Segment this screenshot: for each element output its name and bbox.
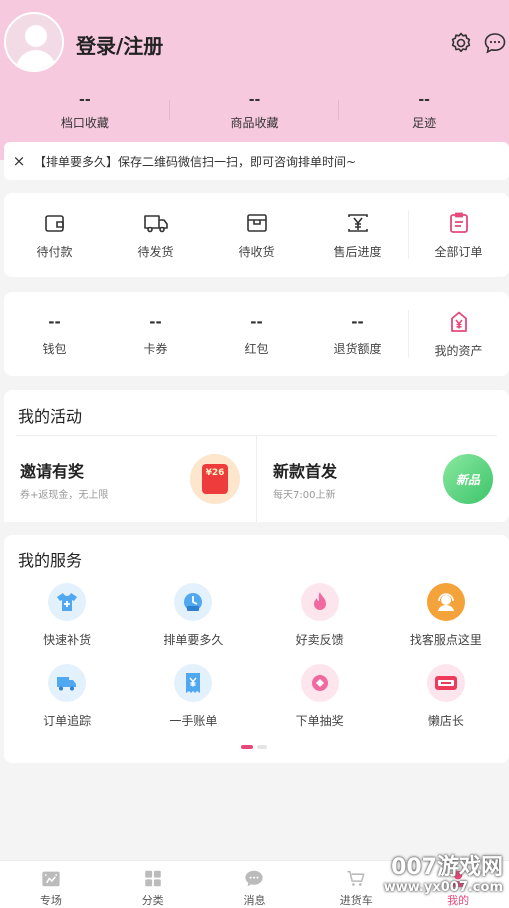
assets-yuan-tag-icon: [450, 311, 467, 332]
profile-header: [0, 0, 509, 160]
lottery-ticket-icon: [300, 664, 339, 702]
assets-card: -- 钱包 -- 卡券 -- 红包 -- 退货额度 我的资产: [4, 292, 509, 376]
order-after-sales[interactable]: 售后进度: [307, 193, 408, 277]
special-zone-icon: [42, 871, 60, 887]
service-queue-time[interactable]: 排单要多久: [130, 583, 256, 648]
activities-title: 我的活动: [18, 407, 83, 426]
my-assets-button[interactable]: 我的资产: [408, 292, 509, 376]
tab-messages[interactable]: 消息: [204, 861, 306, 908]
order-list-icon: [449, 212, 468, 233]
wallet-icon: [44, 214, 64, 232]
service-quick-restock[interactable]: 快速补货: [4, 583, 130, 648]
notice-bar[interactable]: × 【排单要多久】保存二维码微信扫一扫，即可咨询排单时间~: [4, 142, 509, 180]
my-activities-card: 我的活动 邀请有奖 券+返现金，无上限 ¥26 新款首发 每天7:00上新 新品: [4, 390, 509, 522]
service-lazy-shopkeeper[interactable]: 懒店长: [383, 664, 509, 729]
clock-icon: [174, 583, 213, 621]
service-order-lottery[interactable]: 下单抽奖: [257, 664, 383, 729]
stat-product-favorites[interactable]: -- 商品收藏: [170, 92, 340, 132]
shopkeeper-badge-icon: [426, 664, 465, 702]
tab-category[interactable]: 分类: [102, 861, 204, 908]
site-watermark: 007游戏网 www.yx007.com: [383, 855, 503, 896]
orders-card: 待付款 待发货 待收货 售后进度 全部订单: [4, 193, 509, 277]
message-bubble-icon[interactable]: [483, 31, 507, 55]
stat-shop-favorites[interactable]: -- 档口收藏: [0, 92, 170, 132]
category-grid-icon: [144, 870, 161, 887]
customer-service-agent-icon: [426, 583, 465, 621]
settings-gear-icon[interactable]: [449, 31, 473, 55]
avatar[interactable]: [4, 12, 64, 72]
notice-text: 【排单要多久】保存二维码微信扫一扫，即可咨询排单时间~: [34, 154, 357, 169]
asset-red-packets[interactable]: -- 红包: [206, 292, 307, 376]
asset-return-quota[interactable]: -- 退货额度: [307, 292, 408, 376]
red-envelope-icon: ¥26: [190, 454, 240, 504]
page-indicator: [241, 745, 267, 749]
asset-wallet[interactable]: -- 钱包: [4, 292, 105, 376]
my-services-card: 我的服务 快速补货 排单要多久 好卖反馈 找客服点这里 订单追踪 一手账单 下单…: [4, 535, 509, 763]
shopping-cart-icon: [347, 870, 365, 886]
order-pending-receipt[interactable]: 待收货: [206, 193, 307, 277]
bill-receipt-icon: [174, 664, 213, 702]
activity-new-arrivals[interactable]: 新款首发 每天7:00上新 新品: [257, 436, 501, 522]
stat-footprint[interactable]: -- 足迹: [339, 92, 509, 132]
service-best-seller-feedback[interactable]: 好卖反馈: [257, 583, 383, 648]
delivery-truck-icon: [48, 664, 87, 702]
all-orders-button[interactable]: 全部订单: [408, 193, 509, 277]
flame-icon: [300, 583, 339, 621]
truck-icon: [143, 214, 168, 232]
refund-yuan-icon: [347, 213, 368, 232]
order-pending-payment[interactable]: 待付款: [4, 193, 105, 277]
page-dot-active: [241, 745, 253, 749]
order-pending-shipment[interactable]: 待发货: [105, 193, 206, 277]
login-register-link[interactable]: 登录/注册: [76, 30, 163, 59]
package-box-icon: [246, 213, 267, 232]
collection-stats: -- 档口收藏 -- 商品收藏 -- 足迹: [0, 92, 509, 132]
tab-special[interactable]: 专场: [0, 861, 102, 908]
asset-coupons[interactable]: -- 卡券: [105, 292, 206, 376]
activity-invite[interactable]: 邀请有奖 券+返现金，无上限 ¥26: [4, 436, 248, 522]
service-customer-support[interactable]: 找客服点这里: [383, 583, 509, 648]
tshirt-icon: [48, 583, 87, 621]
new-product-badge-icon: 新品: [443, 454, 493, 504]
chat-bubble-icon: [245, 870, 264, 887]
page-dot: [257, 745, 267, 749]
service-first-hand-bill[interactable]: 一手账单: [130, 664, 256, 729]
services-title: 我的服务: [18, 551, 83, 570]
service-order-tracking[interactable]: 订单追踪: [4, 664, 130, 729]
close-icon[interactable]: ×: [4, 152, 34, 170]
